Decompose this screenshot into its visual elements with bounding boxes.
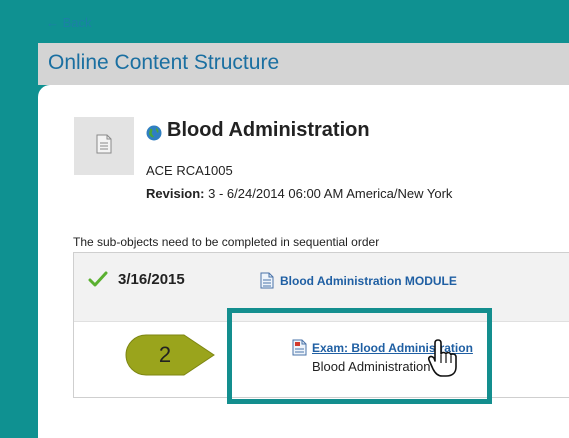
revision-info: Revision: 3 - 6/24/2014 06:00 AM America… [146, 186, 452, 201]
module-link[interactable]: Blood Administration MODULE [280, 274, 457, 288]
document-icon [260, 272, 274, 289]
check-icon [88, 271, 108, 287]
header-bar: Online Content Structure [38, 43, 569, 85]
page-title: Online Content Structure [48, 51, 280, 74]
hand-cursor-icon [428, 339, 457, 377]
revision-value: 3 - 6/24/2014 06:00 AM America/New York [208, 186, 453, 201]
back-link[interactable]: ← Back [46, 15, 92, 30]
document-icon [96, 134, 112, 154]
course-title: Blood Administration [167, 119, 370, 141]
globe-icon [146, 125, 162, 141]
course-code: ACE RCA1005 [146, 163, 233, 178]
revision-label: Revision: [146, 186, 205, 201]
sequential-note: The sub-objects need to be completed in … [73, 235, 380, 249]
step-number: 2 [158, 342, 172, 367]
course-thumbnail [74, 117, 134, 175]
completion-date: 3/16/2015 [118, 271, 185, 288]
